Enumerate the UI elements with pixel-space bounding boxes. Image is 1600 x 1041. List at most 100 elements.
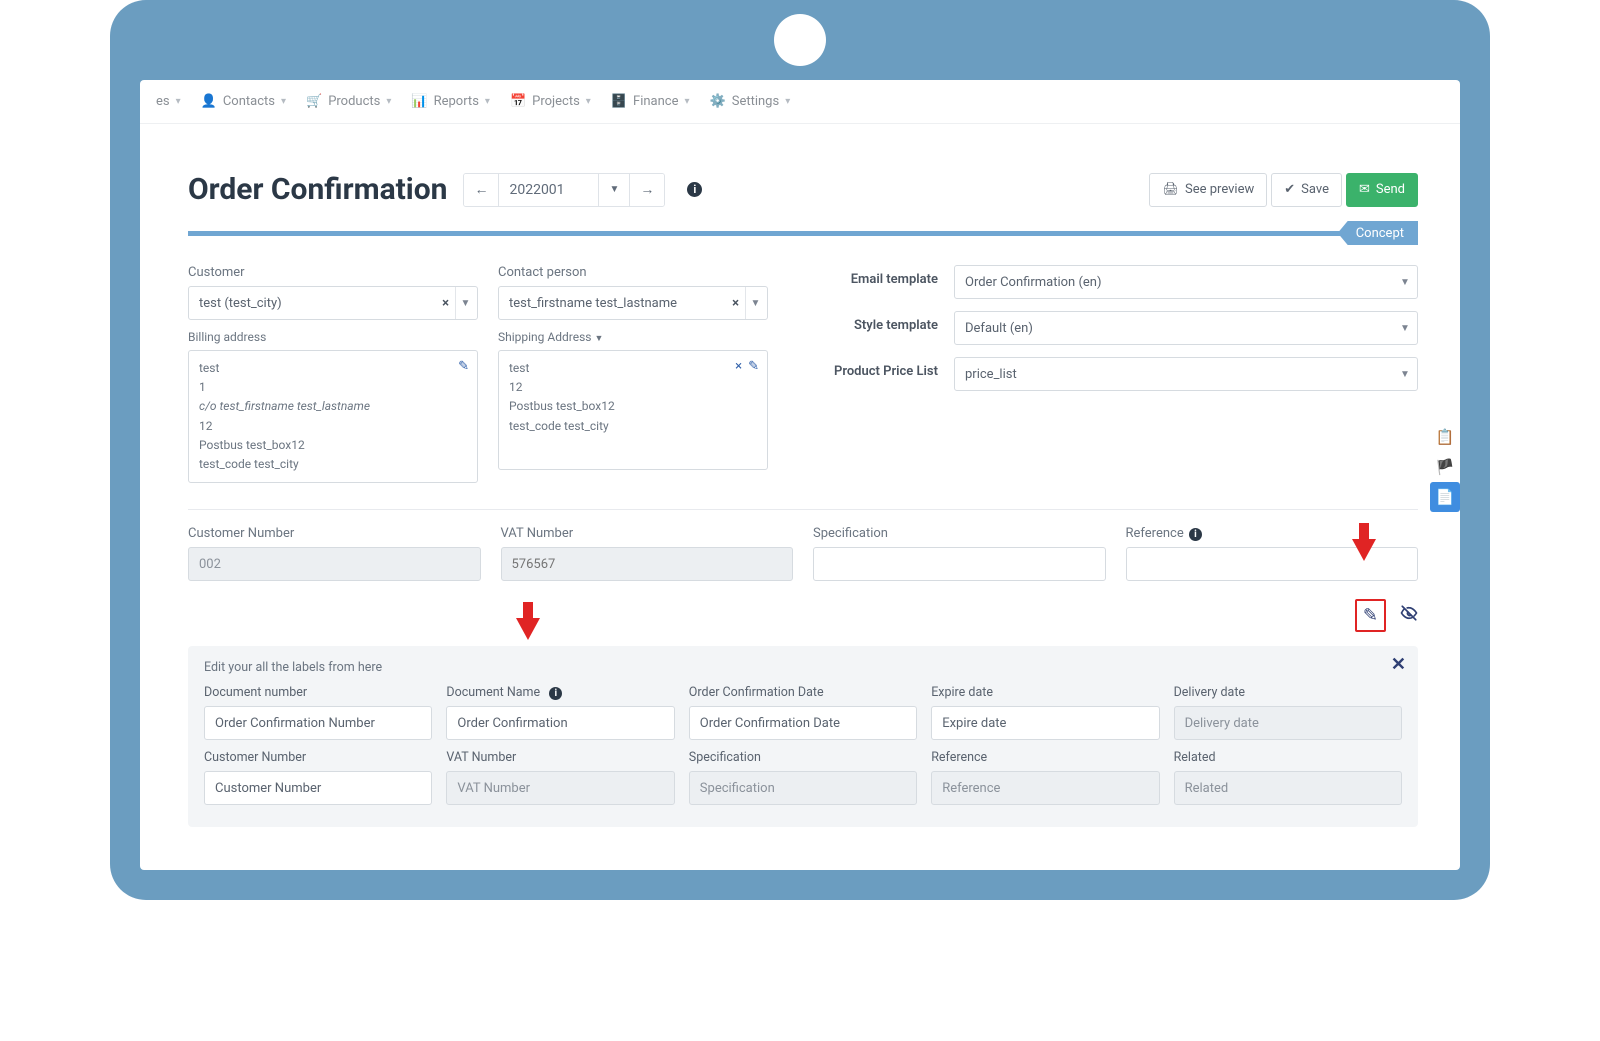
specification-input[interactable] [813, 547, 1106, 581]
customer-select[interactable]: test (test_city) × ▼ [188, 286, 478, 320]
device-camera [774, 14, 826, 66]
clear-customer-icon[interactable]: × [436, 296, 455, 311]
see-preview-button[interactable]: 🖨 See preview [1149, 173, 1267, 207]
page-body: 📋 🏴 📄 Order Confirmation ← 2022001 ▼ → i… [140, 124, 1460, 870]
doc-name-label: Document Name i [446, 685, 674, 700]
contact-select[interactable]: test_firstname test_lastname × ▼ [498, 286, 768, 320]
nav-projects-label: Projects [532, 94, 580, 109]
nav-finance-label: Finance [633, 94, 678, 109]
chevron-down-icon: ▾ [785, 96, 790, 107]
style-template-select[interactable]: Default (en) ▼ [954, 311, 1418, 345]
chevron-down-icon[interactable]: ▼ [1395, 358, 1417, 390]
see-preview-label: See preview [1185, 182, 1254, 197]
billing-line: test_code test_city [199, 455, 467, 474]
specification-block: Specification [813, 526, 1106, 581]
shipping-label-text: Shipping Address [498, 330, 591, 344]
arrow-annotation [516, 640, 540, 659]
status-progress: Concept [188, 221, 1418, 251]
info-icon[interactable]: i [687, 182, 702, 197]
customer-number-block: Customer Number [188, 526, 481, 581]
contact-value: test_firstname test_lastname [509, 296, 677, 311]
info-row: Customer Number VAT Number Specification… [188, 526, 1418, 581]
nav-products-label: Products [328, 94, 380, 109]
top-nav: es ▾ 👤 Contacts ▾ 🛒 Products ▾ 📊 Reports… [140, 80, 1460, 124]
delivery-input[interactable] [1174, 706, 1402, 740]
cust-num-input[interactable] [204, 771, 432, 805]
chevron-down-icon[interactable]: ▼ [455, 287, 477, 319]
customer-label: Customer [188, 265, 478, 280]
info-icon[interactable]: i [1189, 528, 1202, 541]
email-template-select[interactable]: Order Confirmation (en) ▼ [954, 265, 1418, 299]
divider [188, 509, 1418, 510]
flag-tab[interactable]: 🏴 [1430, 452, 1460, 482]
chevron-down-icon: ▾ [386, 96, 391, 107]
nav-reports[interactable]: 📊 Reports ▾ [401, 80, 500, 123]
chevron-down-icon[interactable]: ▼ [1395, 266, 1417, 298]
shipping-line: 12 [509, 378, 757, 397]
order-date-input[interactable] [689, 706, 917, 740]
shipping-line: test [509, 359, 757, 378]
header-actions: 🖨 See preview ✔ Save ✉ Send [1149, 173, 1418, 207]
chart-icon: 📊 [411, 94, 427, 109]
vat-label: VAT Number [501, 526, 794, 541]
shipping-line: Postbus test_box12 [509, 397, 757, 416]
edit-labels-button[interactable]: ✎ [1355, 599, 1386, 632]
close-labels-panel[interactable]: ✕ [1391, 654, 1406, 675]
expire-input[interactable] [931, 706, 1159, 740]
nav-projects[interactable]: 📅 Projects ▾ [500, 80, 601, 123]
doc-number-value[interactable]: 2022001 [499, 174, 599, 206]
send-button[interactable]: ✉ Send [1346, 173, 1418, 207]
prev-doc-button[interactable]: ← [464, 174, 499, 206]
nav-truncated[interactable]: es ▾ [146, 80, 191, 123]
nav-settings[interactable]: ⚙️ Settings ▾ [700, 80, 801, 123]
right-sidebar-tabs: 📋 🏴 📄 [1430, 422, 1460, 512]
document-tab[interactable]: 📄 [1430, 482, 1460, 512]
info-icon[interactable]: i [549, 687, 562, 700]
nav-contacts-label: Contacts [223, 94, 275, 109]
chevron-down-icon[interactable]: ▼ [745, 287, 767, 319]
price-list-value: price_list [965, 367, 1017, 382]
reference-label-text: Reference [1126, 526, 1184, 541]
clear-shipping-icon[interactable]: × [735, 357, 742, 378]
chevron-down-icon: ▾ [176, 96, 181, 107]
doc-number-dropdown[interactable]: ▼ [599, 174, 630, 206]
spec-input[interactable] [689, 771, 917, 805]
nav-products[interactable]: 🛒 Products ▾ [296, 80, 401, 123]
next-doc-button[interactable]: → [630, 174, 664, 206]
nav-finance[interactable]: 🗄️ Finance ▾ [601, 80, 700, 123]
clear-contact-icon[interactable]: × [726, 296, 745, 311]
customer-value: test (test_city) [199, 296, 282, 311]
stack-icon: 🗄️ [611, 94, 627, 109]
save-button[interactable]: ✔ Save [1271, 173, 1342, 207]
billing-line: test [199, 359, 467, 378]
chevron-down-icon[interactable]: ▼ [1395, 312, 1417, 344]
spec-label: Specification [689, 750, 917, 765]
labels-panel: ✕ Edit your all the labels from here Doc… [188, 646, 1418, 827]
customer-block: Customer test (test_city) × ▼ Billing ad… [188, 265, 478, 483]
page-title: Order Confirmation [188, 172, 447, 207]
edit-shipping-icon[interactable]: ✎ [748, 357, 759, 378]
vat-input[interactable] [501, 547, 794, 581]
nav-contacts[interactable]: 👤 Contacts ▾ [191, 80, 296, 123]
delivery-label: Delivery date [1174, 685, 1402, 700]
nav-truncated-label: es [156, 94, 170, 109]
hide-icon[interactable] [1400, 604, 1418, 627]
page-header: Order Confirmation ← 2022001 ▼ → i 🖨 See… [188, 172, 1418, 207]
ref-input[interactable] [931, 771, 1159, 805]
customer-number-label: Customer Number [188, 526, 481, 541]
ref-label: Reference [931, 750, 1159, 765]
save-label: Save [1301, 182, 1329, 197]
price-list-select[interactable]: price_list ▼ [954, 357, 1418, 391]
clipboard-tab[interactable]: 📋 [1430, 422, 1460, 452]
doc-number-input[interactable] [204, 706, 432, 740]
doc-name-input[interactable] [446, 706, 674, 740]
expire-label: Expire date [931, 685, 1159, 700]
related-input[interactable] [1174, 771, 1402, 805]
vat-input-label[interactable] [446, 771, 674, 805]
screen: es ▾ 👤 Contacts ▾ 🛒 Products ▾ 📊 Reports… [140, 80, 1460, 870]
chevron-down-icon[interactable]: ▼ [594, 334, 603, 344]
edit-billing-icon[interactable]: ✎ [458, 357, 469, 378]
customer-number-input [188, 547, 481, 581]
nav-reports-label: Reports [434, 94, 479, 109]
related-label: Related [1174, 750, 1402, 765]
